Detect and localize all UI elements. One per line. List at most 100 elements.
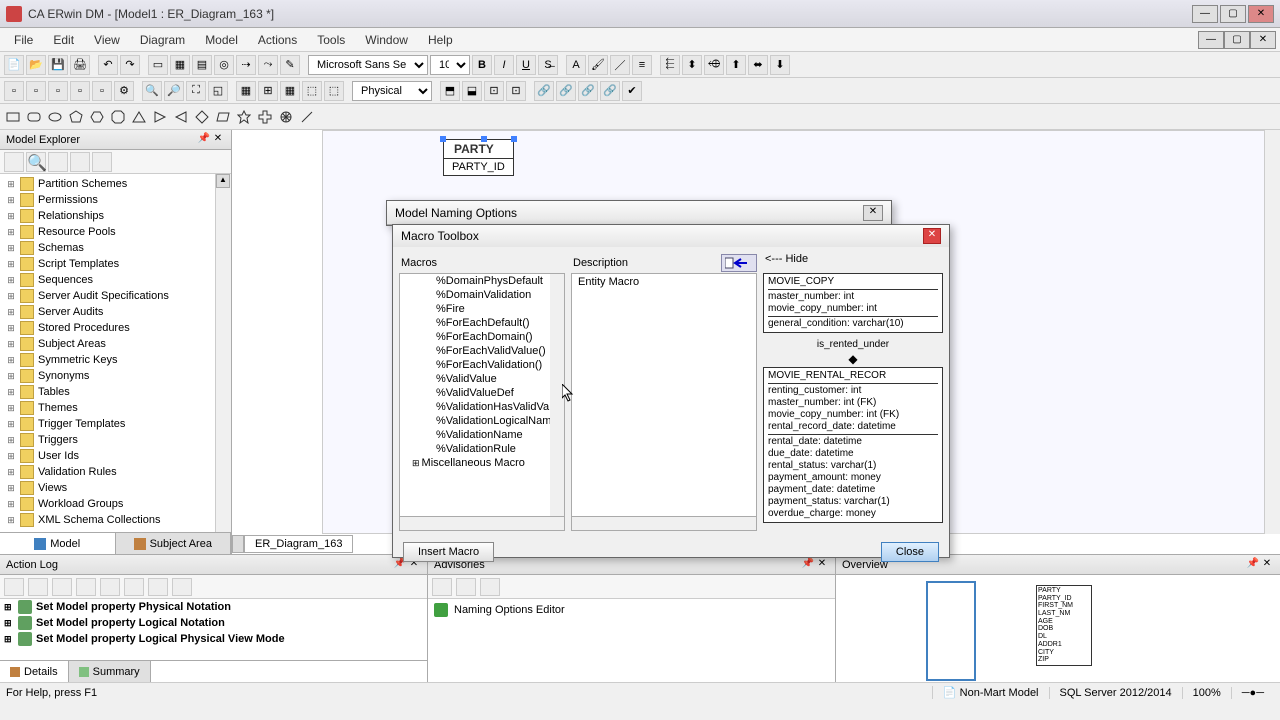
tree-item[interactable]: ⊞Workload Groups <box>2 496 229 512</box>
menu-window[interactable]: Window <box>355 30 418 50</box>
tool-a[interactable]: ▫ <box>4 81 24 101</box>
tab-details[interactable]: Details <box>0 661 69 682</box>
log-btn-1[interactable] <box>4 578 24 596</box>
tab-scroll-left-icon[interactable] <box>232 535 244 553</box>
hide-toggle-button[interactable] <box>721 254 757 272</box>
tool-b[interactable]: ▫ <box>26 81 46 101</box>
mdi-restore-button[interactable]: ▢ <box>1224 31 1250 49</box>
tree-item[interactable]: ⊞Server Audit Specifications <box>2 288 229 304</box>
open-icon[interactable]: 📂 <box>26 55 46 75</box>
tool-d[interactable]: ▫ <box>70 81 90 101</box>
undo-icon[interactable]: ↶ <box>98 55 118 75</box>
minimize-button[interactable]: — <box>1192 5 1218 23</box>
tree-item[interactable]: ⊞Schemas <box>2 240 229 256</box>
macro-item[interactable]: %DomainPhysDefault <box>430 274 564 288</box>
menu-tools[interactable]: Tools <box>307 30 355 50</box>
exp-find-icon[interactable]: 🔍 <box>26 152 46 172</box>
close-button[interactable]: Close <box>881 542 939 562</box>
menu-model[interactable]: Model <box>195 30 248 50</box>
macro-item[interactable]: %ForEachDefault() <box>430 316 564 330</box>
adv-btn-1[interactable] <box>432 578 452 596</box>
macro-category[interactable]: Miscellaneous Macro <box>422 457 525 469</box>
panel-close-icon[interactable]: ✕ <box>1260 558 1274 572</box>
fill-color-icon[interactable]: 🖌 <box>588 55 608 75</box>
tab-model[interactable]: Model <box>0 533 116 554</box>
tab-summary[interactable]: Summary <box>69 661 151 682</box>
line-color-icon[interactable]: ／ <box>610 55 630 75</box>
log-btn-6[interactable] <box>124 578 144 596</box>
macro-hscroll[interactable] <box>399 517 565 531</box>
macro-item[interactable]: %ValidationHasValidVa <box>430 400 564 414</box>
annotation-icon[interactable]: ✎ <box>280 55 300 75</box>
action-log-list[interactable]: ⊞Set Model property Physical Notation ⊞S… <box>0 599 427 660</box>
roundrect-icon[interactable] <box>25 108 43 126</box>
resize-handle[interactable] <box>481 136 487 142</box>
check-icon[interactable]: ✔ <box>622 81 642 101</box>
macro-item[interactable]: %ValidationRule <box>430 442 564 456</box>
pentagon-icon[interactable] <box>67 108 85 126</box>
exp-btn-4[interactable] <box>70 152 90 172</box>
exp-btn-5[interactable] <box>92 152 112 172</box>
star-icon[interactable] <box>235 108 253 126</box>
adv-btn-2[interactable] <box>456 578 476 596</box>
macro-item[interactable]: %ForEachValidValue() <box>430 344 564 358</box>
tree-item[interactable]: ⊞Validation Rules <box>2 464 229 480</box>
tree-item[interactable]: ⊞Resource Pools <box>2 224 229 240</box>
tree-item[interactable]: ⊞Synonyms <box>2 368 229 384</box>
panel-close-icon[interactable]: ✕ <box>211 133 225 147</box>
tree-item[interactable]: ⊞Stored Procedures <box>2 320 229 336</box>
desc-hscroll[interactable] <box>571 517 757 531</box>
macro-item[interactable]: %ForEachValidation() <box>430 358 564 372</box>
zoom-sel-icon[interactable]: ◱ <box>208 81 228 101</box>
dd-icon[interactable]: ⊡ <box>506 81 526 101</box>
parallelogram-icon[interactable] <box>214 108 232 126</box>
cross-icon[interactable] <box>256 108 274 126</box>
advisories-list[interactable]: Naming Options Editor <box>428 599 835 682</box>
display-level-select[interactable]: Physical <box>352 81 432 101</box>
hexagon-icon[interactable] <box>88 108 106 126</box>
align-left-icon[interactable]: ⬱ <box>660 55 680 75</box>
pin-icon[interactable]: 📌 <box>197 133 211 147</box>
rect-icon[interactable] <box>4 108 22 126</box>
macro-item[interactable]: %ValidationName <box>430 428 564 442</box>
tree-item[interactable]: ⊞Symmetric Keys <box>2 352 229 368</box>
entity-icon[interactable]: ▦ <box>170 55 190 75</box>
menu-diagram[interactable]: Diagram <box>130 30 195 50</box>
new-icon[interactable]: 📄 <box>4 55 24 75</box>
bold-icon[interactable]: B <box>472 55 492 75</box>
tree-item[interactable]: ⊞Relationships <box>2 208 229 224</box>
print-icon[interactable]: 🖨 <box>70 55 90 75</box>
grid-icon[interactable]: ▦ <box>236 81 256 101</box>
macro-item[interactable]: %Fire <box>430 302 564 316</box>
close-button[interactable]: ✕ <box>1248 5 1274 23</box>
macro-item[interactable]: %ValidationLogicalNam <box>430 414 564 428</box>
tree-scrollbar[interactable]: ▲ <box>215 174 231 532</box>
subtype-icon[interactable]: ◎ <box>214 55 234 75</box>
tree-item[interactable]: ⊞Partition Schemes <box>2 176 229 192</box>
tree-item[interactable]: ⊞Trigger Templates <box>2 416 229 432</box>
log-btn-8[interactable] <box>172 578 192 596</box>
fe-icon[interactable]: ⬒ <box>440 81 460 101</box>
maximize-button[interactable]: ▢ <box>1220 5 1246 23</box>
tree-item[interactable]: ⊞Triggers <box>2 432 229 448</box>
menu-file[interactable]: File <box>4 30 43 50</box>
align-mid-icon[interactable]: ⬌ <box>748 55 768 75</box>
macro-item[interactable]: %ValidValueDef <box>430 386 564 400</box>
triangle-left-icon[interactable] <box>172 108 190 126</box>
cc-icon[interactable]: ⊡ <box>484 81 504 101</box>
macro-close-icon[interactable]: ✕ <box>923 228 941 244</box>
underline-icon[interactable]: U <box>516 55 536 75</box>
octagon-icon[interactable] <box>109 108 127 126</box>
log-btn-7[interactable] <box>148 578 168 596</box>
tree-item[interactable]: ⊞Server Audits <box>2 304 229 320</box>
strike-icon[interactable]: S̶ <box>538 55 558 75</box>
resize-handle[interactable] <box>440 136 446 142</box>
link1-icon[interactable]: 🔗 <box>534 81 554 101</box>
log-btn-5[interactable] <box>100 578 120 596</box>
macro-toolbox-dialog[interactable]: Macro Toolbox ✕ Macros %DomainPhysDefaul… <box>392 224 950 558</box>
exp-btn-3[interactable] <box>48 152 68 172</box>
zoom-fit-icon[interactable]: ⛶ <box>186 81 206 101</box>
scroll-up-icon[interactable]: ▲ <box>216 174 230 188</box>
overview-canvas[interactable]: PARTYPARTY_IDFIRST_NMLAST_NMAGEDOBDLADDR… <box>836 575 1280 682</box>
connector-icon[interactable] <box>298 108 316 126</box>
